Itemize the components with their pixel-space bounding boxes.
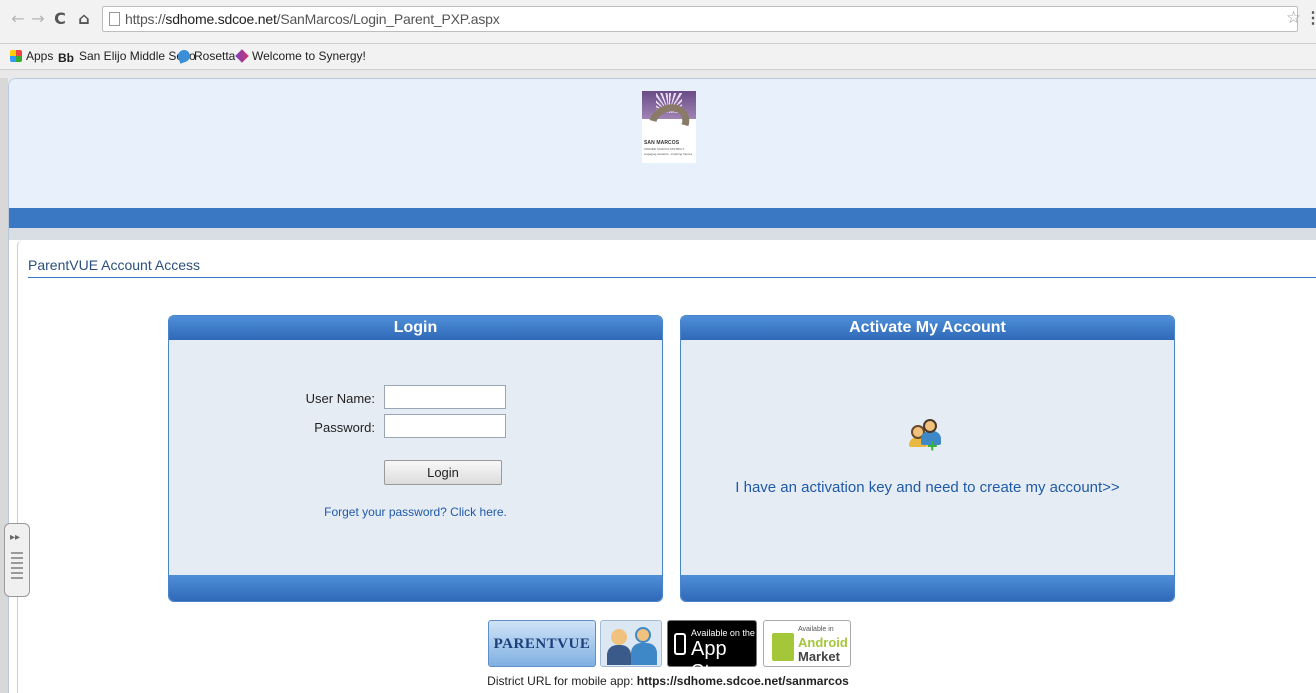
side-panel-toggle[interactable]: ▸▸ (4, 523, 30, 597)
bookmark-san-elijo[interactable]: Bb San Elijo Middle Scho (58, 49, 196, 65)
android-small-text: Available in (798, 626, 834, 633)
logo-name: SAN MARCOS (644, 140, 680, 146)
left-gutter (0, 78, 8, 693)
page-icon (109, 12, 120, 26)
forward-arrow-icon[interactable]: → (30, 10, 46, 28)
android-line1: Android (798, 635, 848, 650)
logo-sub: UNIFIED SCHOOL DISTRICT (644, 147, 685, 151)
password-input[interactable] (384, 414, 506, 438)
district-logo: SAN MARCOS UNIFIED SCHOOL DISTRICT engag… (641, 91, 697, 163)
activate-panel-footer (681, 575, 1174, 601)
username-label: User Name: (305, 391, 375, 406)
activate-account-link[interactable]: I have an activation key and need to cre… (681, 479, 1174, 496)
url-path: /SanMarcos/Login_Parent_PXP.aspx (276, 11, 500, 27)
android-line2: Market (798, 649, 840, 664)
username-input[interactable] (384, 385, 506, 409)
bookmark-label: Rosetta (194, 49, 236, 63)
main-content: ParentVUE Account Access Login User Name… (17, 240, 1316, 693)
address-url: https://sdhome.sdcoe.net/SanMarcos/Login… (125, 11, 500, 27)
person-body (631, 643, 657, 665)
android-market-badge[interactable]: Available in Android Market (763, 620, 851, 667)
activate-panel-title: Activate My Account (681, 316, 1174, 340)
person-body (607, 645, 631, 665)
bookmark-label: Apps (26, 49, 54, 63)
bookmark-apps[interactable]: Apps (10, 49, 53, 63)
logo-tagline: engaging students...inspiring futures (644, 152, 693, 156)
phone-icon (674, 633, 686, 655)
bookmarks-bar: Apps Bb San Elijo Middle Scho Rosetta Wel… (0, 44, 1316, 70)
blackboard-icon: Bb (58, 51, 74, 65)
login-panel-title: Login (169, 316, 662, 340)
home-icon[interactable]: ⌂ (76, 10, 92, 28)
login-panel: Login User Name: Password: Login Forget … (168, 315, 663, 602)
page-viewport: SAN MARCOS UNIFIED SCHOOL DISTRICT engag… (8, 78, 1316, 693)
apps-grid-icon (10, 50, 22, 62)
url-host: sdhome.sdcoe.net (165, 11, 277, 27)
menu-icon[interactable]: ⋮ (1305, 8, 1316, 28)
app-store-badge[interactable]: Available on the App Store (667, 620, 757, 683)
district-url-value: https://sdhome.sdcoe.net/sanmarcos (636, 674, 849, 688)
person-head (635, 627, 651, 643)
drag-grip-icon (11, 552, 23, 582)
login-button[interactable]: Login (384, 460, 502, 485)
back-arrow-icon[interactable]: ← (10, 10, 26, 28)
bookmark-label: Welcome to Synergy! (252, 49, 366, 63)
address-bar[interactable]: https://sdhome.sdcoe.net/SanMarcos/Login… (102, 6, 1298, 32)
bookmark-star-icon[interactable]: ☆ (1286, 8, 1301, 28)
appstore-small-text: Available on the (691, 628, 755, 638)
login-panel-footer (169, 575, 662, 601)
parentvue-badge[interactable]: PARENTVUE (488, 620, 596, 667)
forgot-password-link[interactable]: Forget your password? Click here. (169, 505, 662, 519)
page-title: ParentVUE Account Access (28, 257, 200, 273)
district-url-text: District URL for mobile app: https://sdh… (18, 674, 1316, 688)
double-chevron-right-icon: ▸▸ (10, 532, 21, 543)
browser-toolbar: ← → C ⌂ https://sdhome.sdcoe.net/SanMarc… (0, 0, 1316, 44)
bookmark-synergy[interactable]: Welcome to Synergy! (235, 49, 366, 63)
person-head (923, 419, 937, 433)
header-gap (9, 228, 1316, 240)
plus-icon: + (927, 436, 938, 456)
header-blue-bar (9, 208, 1316, 228)
person-head (611, 629, 627, 645)
district-url-label: District URL for mobile app: (487, 674, 634, 688)
url-prefix: https:// (125, 11, 166, 27)
android-bag-icon (772, 633, 794, 661)
activate-panel: Activate My Account + I have an activati… (680, 315, 1175, 602)
password-label: Password: (314, 420, 375, 435)
bookmark-rosetta[interactable]: Rosetta (176, 48, 236, 64)
synergy-icon (235, 49, 249, 63)
reload-icon[interactable]: C (52, 10, 68, 28)
rosetta-icon (176, 48, 192, 64)
add-user-icon[interactable]: + (909, 419, 945, 455)
parentvue-people-icon (600, 620, 662, 667)
site-header: SAN MARCOS UNIFIED SCHOOL DISTRICT engag… (9, 79, 1316, 208)
title-divider (28, 277, 1316, 278)
